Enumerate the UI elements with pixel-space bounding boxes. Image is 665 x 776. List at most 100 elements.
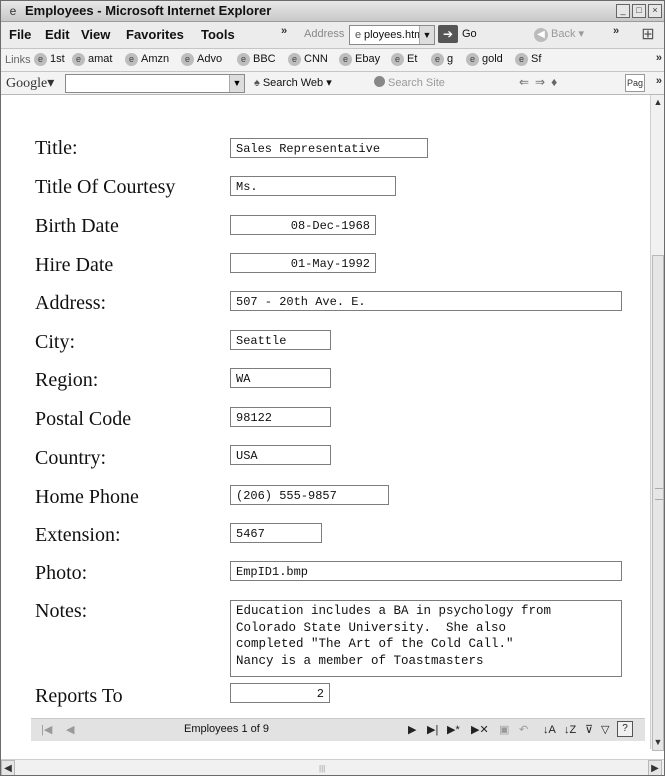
window-controls: _ □ × [616,4,662,18]
close-button[interactable]: × [648,4,662,18]
field-title-of-courtesy[interactable]: Ms. [230,176,396,196]
filter-by-selection-icon[interactable]: ⊽ [585,722,593,738]
link-icon: e [288,53,301,66]
go-arrow-icon[interactable]: ➔ [438,25,458,43]
field-label-postal-code: Postal Code [35,408,132,430]
browser-window: e Employees - Microsoft Internet Explore… [0,0,665,776]
field-label-region: Region: [35,369,99,391]
delete-record-icon[interactable]: ▶✕ [471,722,489,738]
links-overflow-icon[interactable]: » [656,52,662,64]
field-title[interactable]: Sales Representative [230,138,428,158]
field-birth-date[interactable]: 08-Dec-1968 [230,215,376,235]
toggle-filter-icon[interactable]: ▽ [601,722,609,738]
search-site-button[interactable]: Search Site [374,76,445,89]
next-record-icon[interactable]: ▶ [408,722,416,738]
scroll-left-icon[interactable]: ◀ [1,760,15,775]
link-sf[interactable]: e Sf [515,53,541,66]
link-1st[interactable]: e 1st [34,53,65,66]
google-logo[interactable]: Google▾ [6,75,54,92]
page-icon: e [354,29,362,41]
link-icon: e [237,53,250,66]
link-cnn[interactable]: e CNN [288,53,328,66]
search-web-button[interactable]: ♠ Search Web ▾ [254,76,332,89]
address-value: ployees.htm [364,29,424,41]
google-search-dropdown-icon[interactable]: ▼ [229,75,244,92]
go-button[interactable]: Go [462,28,477,40]
link-et[interactable]: e Et [391,53,417,66]
link-icon: e [34,53,47,66]
horizontal-scrollbar[interactable]: ◀ ||| ▶ [1,759,664,775]
back-button[interactable]: ◀ Back ▾ [534,25,584,43]
address-label: Address [304,28,345,40]
back-arrow-icon: ◀ [534,28,548,42]
field-label-address: Address: [35,292,107,314]
field-label-title: Title: [35,137,78,159]
menu-overflow-icon[interactable]: » [281,25,287,37]
link-amzn[interactable]: e Amzn [125,53,169,66]
menu-view[interactable]: View [81,27,110,42]
field-city[interactable]: Seattle [230,330,331,350]
link-amat[interactable]: e amat [72,53,112,66]
title-bar: e Employees - Microsoft Internet Explore… [1,1,664,22]
address-dropdown-icon[interactable]: ▼ [419,26,434,44]
ie-icon: e [9,4,17,18]
link-icon: e [339,53,352,66]
menu-bar: File Edit View Favorites Tools » Address… [1,22,664,49]
previous-record-icon[interactable]: ◀ [66,722,74,738]
google-search-input[interactable]: ▼ [65,74,245,93]
link-icon: e [515,53,528,66]
sort-ascending-icon[interactable]: ↓A [543,722,556,738]
menu-favorites[interactable]: Favorites [126,27,184,42]
field-postal-code[interactable]: 98122 [230,407,331,427]
menu-file[interactable]: File [9,27,31,42]
record-navigation-bar: |◀ ◀ Employees 1 of 9 ▶ ▶| ▶* ▶✕ ▣ ↶ ↓A … [31,718,645,741]
windows-logo-icon: ⊞ [641,26,655,43]
field-label-country: Country: [35,447,107,469]
link-bbc[interactable]: e BBC [237,53,276,66]
maximize-button[interactable]: □ [632,4,646,18]
link-gold[interactable]: e gold [466,53,503,66]
minimize-button[interactable]: _ [616,4,630,18]
field-region[interactable]: WA [230,368,331,388]
page-info-button[interactable]: Pag [625,74,645,92]
field-label-birth-date: Birth Date [35,215,119,237]
record-position-label: Employees 1 of 9 [184,723,269,735]
field-label-notes: Notes: [35,600,88,622]
toolbar-overflow-icon[interactable]: » [613,25,619,37]
link-g[interactable]: eg [431,53,453,66]
horizontal-scroll-grip: ||| [319,764,326,773]
field-address[interactable]: 507 - 20th Ave. E. [230,291,622,311]
google-tool-icons[interactable]: ⇐⇒♦ [519,75,563,89]
field-photo[interactable]: EmpID1.bmp [230,561,622,581]
link-ebay[interactable]: e Ebay [339,53,380,66]
links-label: Links [5,54,31,66]
last-record-icon[interactable]: ▶| [427,722,438,738]
scroll-down-icon[interactable]: ▼ [651,735,664,749]
vertical-scrollbar[interactable]: ▲ ▼ [650,95,664,751]
field-hire-date[interactable]: 01-May-1992 [230,253,376,273]
link-advo[interactable]: e Advo [181,53,222,66]
address-field[interactable]: e ployees.htm ▼ [349,25,435,45]
first-record-icon[interactable]: |◀ [41,722,52,738]
google-overflow-icon[interactable]: » [656,75,662,87]
back-label: Back [551,28,576,40]
scroll-right-icon[interactable]: ▶ [648,760,662,775]
menu-edit[interactable]: Edit [45,27,70,42]
scroll-grip [655,488,663,500]
save-record-icon[interactable]: ▣ [499,722,509,738]
field-notes[interactable]: Education includes a BA in psychology fr… [230,600,622,677]
scroll-up-icon[interactable]: ▲ [651,95,664,109]
new-record-icon[interactable]: ▶* [447,722,460,738]
field-extension[interactable]: 5467 [230,523,322,543]
sort-descending-icon[interactable]: ↓Z [564,722,576,738]
undo-icon[interactable]: ↶ [519,722,528,738]
menu-tools[interactable]: Tools [201,27,235,42]
link-icon: e [466,53,479,66]
help-icon[interactable]: ? [617,721,633,737]
links-bar: Links e 1st e amat e Amzn e Advo e BBC e CNN e… [1,49,664,72]
window-title: Employees - Microsoft Internet Explorer [25,3,272,18]
field-reports-to[interactable]: 2 [230,683,330,703]
vertical-scroll-thumb[interactable] [652,255,664,751]
field-country[interactable]: USA [230,445,331,465]
field-home-phone[interactable]: (206) 555-9857 [230,485,389,505]
